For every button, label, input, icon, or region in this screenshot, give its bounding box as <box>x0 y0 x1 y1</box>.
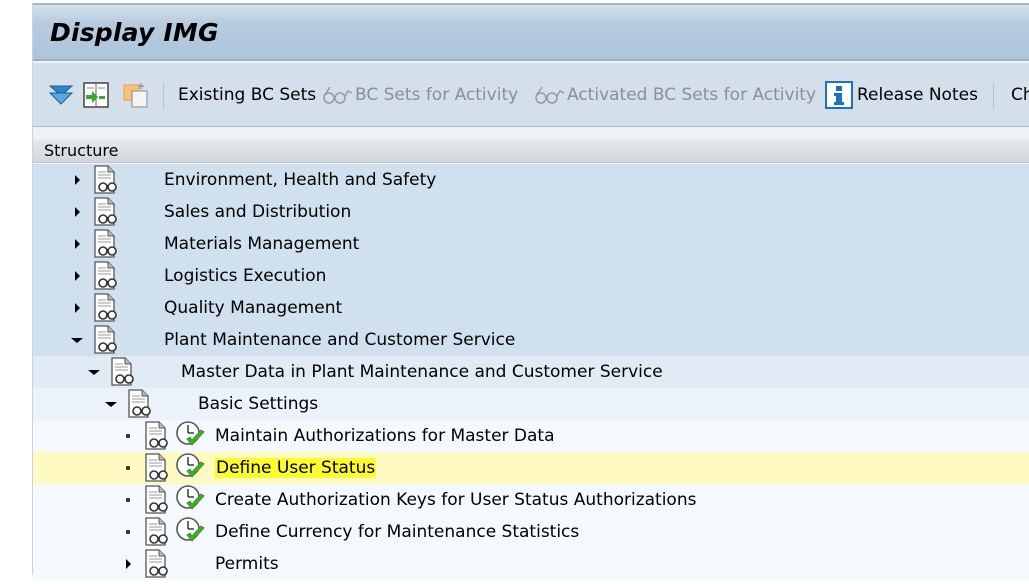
structure-header-label: Structure <box>44 141 119 160</box>
tree-node[interactable]: Logistics Execution <box>33 260 1029 292</box>
documentation-icon[interactable] <box>110 357 136 387</box>
tree-node-label[interactable]: Define Currency for Maintenance Statisti… <box>215 522 579 542</box>
expand-node-icon[interactable] <box>71 238 83 250</box>
change-button[interactable]: Ch <box>1011 63 1029 126</box>
documentation-icon[interactable] <box>144 517 170 547</box>
expand-node-icon-shape <box>74 207 80 217</box>
tree-node[interactable]: Define User Status <box>33 452 1029 484</box>
structure-column-header: Structure <box>33 139 1029 163</box>
info-icon <box>825 80 853 109</box>
import-icon <box>83 81 109 108</box>
leaf-bullet-icon <box>122 494 134 506</box>
glasses-icon <box>535 86 565 104</box>
tree-node[interactable]: Materials Management <box>33 228 1029 260</box>
tree-node[interactable]: Create Authorization Keys for User Statu… <box>33 484 1029 516</box>
expand-node-icon-shape <box>125 559 131 569</box>
leaf-bullet-icon <box>122 462 134 474</box>
tree-node-label[interactable]: Create Authorization Keys for User Statu… <box>215 490 696 510</box>
page-title: Display IMG <box>50 18 219 47</box>
collapse-node-icon[interactable] <box>88 366 100 378</box>
glasses-icon <box>323 86 353 104</box>
collapse-node-icon[interactable] <box>105 398 117 410</box>
paste-button[interactable] <box>122 63 152 126</box>
tree-node-label[interactable]: Materials Management <box>164 234 359 254</box>
documentation-icon[interactable] <box>144 453 170 483</box>
import-button[interactable] <box>82 63 110 126</box>
documentation-icon[interactable] <box>144 421 170 451</box>
expand-node-icon-shape <box>74 239 80 249</box>
documentation-icon[interactable] <box>93 165 119 195</box>
existing-bc-sets-button[interactable]: Existing BC Sets <box>178 63 316 126</box>
expand-node-icon[interactable] <box>71 270 83 282</box>
leaf-bullet-icon-shape <box>126 466 130 470</box>
documentation-icon[interactable] <box>93 261 119 291</box>
bc-sets-for-activity-button[interactable]: BC Sets for Activity <box>322 63 518 126</box>
tree-node[interactable]: Maintain Authorizations for Master Data <box>33 420 1029 452</box>
release-notes-label: Release Notes <box>857 84 978 105</box>
activated-bc-sets-label: Activated BC Sets for Activity <box>567 84 817 105</box>
expand-all-button[interactable] <box>48 63 74 126</box>
leaf-bullet-icon <box>122 430 134 442</box>
tree-node[interactable]: Define Currency for Maintenance Statisti… <box>33 516 1029 548</box>
tree-node-label[interactable]: Logistics Execution <box>164 266 326 286</box>
tree-node[interactable]: Basic Settings <box>33 388 1029 420</box>
display-img-window: Display IMG Existing BC Sets BC Sets for… <box>32 3 1029 580</box>
execute-activity-icon[interactable] <box>175 420 207 450</box>
tree-node-label[interactable]: Maintain Authorizations for Master Data <box>215 426 555 446</box>
expand-node-icon[interactable] <box>71 174 83 186</box>
collapse-node-icon-shape <box>105 401 117 407</box>
leaf-bullet-icon <box>122 526 134 538</box>
documentation-icon[interactable] <box>127 389 153 419</box>
execute-activity-icon[interactable] <box>175 452 207 482</box>
collapse-node-icon-shape <box>88 369 100 375</box>
expand-node-icon[interactable] <box>71 206 83 218</box>
expand-node-icon-shape <box>74 271 80 281</box>
documentation-icon[interactable] <box>93 197 119 227</box>
leaf-bullet-icon-shape <box>126 498 130 502</box>
tree-node[interactable]: Quality Management <box>33 292 1029 324</box>
leaf-bullet-icon-shape <box>126 530 130 534</box>
tree-node-label[interactable]: Basic Settings <box>198 394 318 414</box>
tree-node[interactable]: Master Data in Plant Maintenance and Cus… <box>33 356 1029 388</box>
bc-sets-for-activity-label: BC Sets for Activity <box>355 84 519 105</box>
expand-node-icon-shape <box>74 175 80 185</box>
tree-node-label[interactable]: Environment, Health and Safety <box>164 170 436 190</box>
documentation-icon[interactable] <box>144 549 170 579</box>
expand-node-icon[interactable] <box>122 558 134 570</box>
toolbar-separator <box>993 83 994 109</box>
toolbar-spacer <box>33 127 1029 139</box>
execute-activity-icon[interactable] <box>175 484 207 514</box>
tree-node-label[interactable]: Master Data in Plant Maintenance and Cus… <box>181 362 663 382</box>
documentation-icon[interactable] <box>93 229 119 259</box>
leaf-bullet-icon-shape <box>126 434 130 438</box>
expand-all-icon <box>48 85 74 105</box>
activated-bc-sets-button[interactable]: Activated BC Sets for Activity <box>534 63 816 126</box>
collapse-node-icon-shape <box>71 337 83 343</box>
tree-node[interactable]: Plant Maintenance and Customer Service <box>33 324 1029 356</box>
documentation-icon[interactable] <box>93 325 119 355</box>
copy-paste-icon <box>123 82 148 107</box>
tree-node[interactable]: Sales and Distribution <box>33 196 1029 228</box>
tree-node-label[interactable]: Permits <box>215 554 279 574</box>
tree-node-label[interactable]: Quality Management <box>164 298 342 318</box>
expand-node-icon[interactable] <box>71 302 83 314</box>
title-bar: Display IMG <box>33 3 1029 61</box>
tree-node-label[interactable]: Plant Maintenance and Customer Service <box>164 330 515 350</box>
tree-node[interactable]: Permits <box>33 548 1029 580</box>
execute-activity-icon[interactable] <box>175 516 207 546</box>
tree-node-label[interactable]: Sales and Distribution <box>164 202 351 222</box>
search-highlight: Define User Status <box>215 458 377 478</box>
documentation-icon[interactable] <box>93 293 119 323</box>
expand-node-icon-shape <box>74 303 80 313</box>
existing-bc-sets-label: Existing BC Sets <box>178 84 317 105</box>
toolbar-separator <box>163 83 164 109</box>
documentation-icon[interactable] <box>144 485 170 515</box>
collapse-node-icon[interactable] <box>71 334 83 346</box>
release-notes-button[interactable]: Release Notes <box>825 63 978 126</box>
application-toolbar: Existing BC Sets BC Sets for Activity Ac… <box>33 63 1029 127</box>
tree-node[interactable]: Environment, Health and Safety <box>33 164 1029 196</box>
tree-node-label[interactable]: Define User Status <box>215 458 377 478</box>
change-label: Ch <box>1011 84 1029 105</box>
